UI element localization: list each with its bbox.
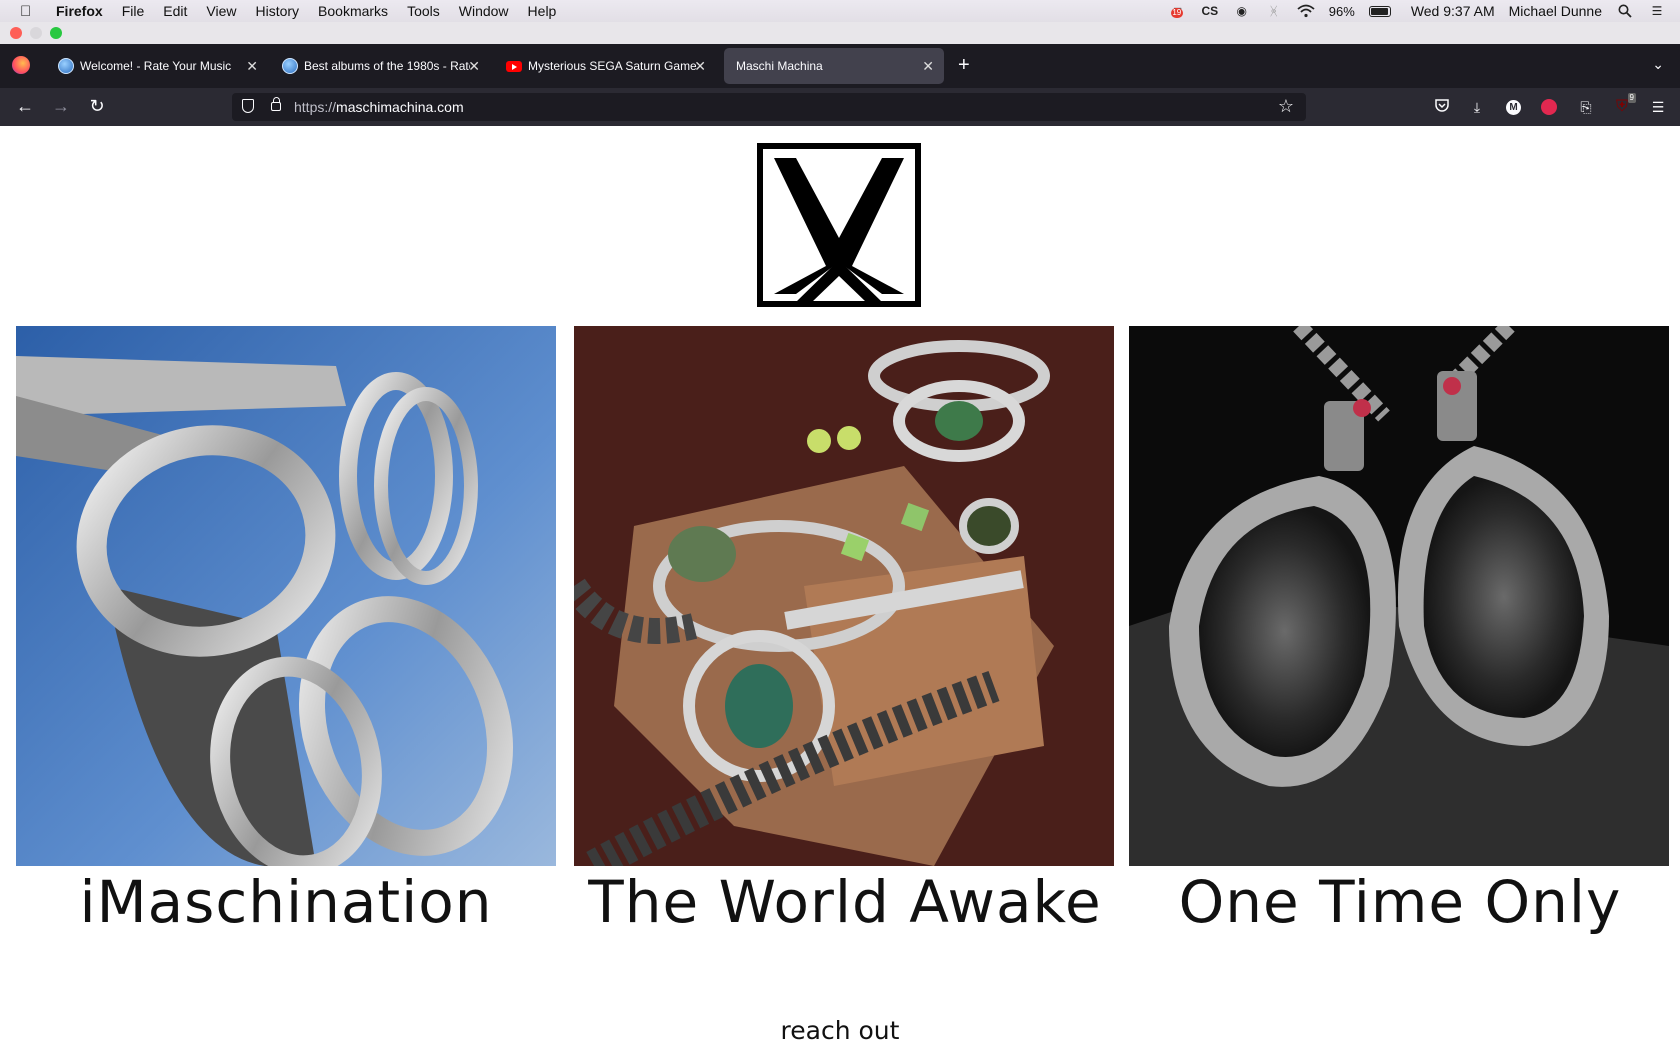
maschi-machina-logo[interactable]	[756, 142, 922, 308]
collection-image-the-world-awake[interactable]	[574, 326, 1114, 866]
list-all-tabs-chevron-icon[interactable]: ⌄	[1652, 56, 1664, 73]
tab-label: Best albums of the 1980s - Rate Your Mus…	[304, 59, 470, 73]
address-bar[interactable]: https://maschimachina.com ☆	[232, 93, 1306, 121]
bluetooth-icon[interactable]: ᚸ	[1265, 4, 1283, 18]
zoom-window-button[interactable]	[50, 27, 62, 39]
forward-arrow-icon[interactable]: →	[50, 96, 72, 116]
tab-rate-your-music-welcome[interactable]: Welcome! - Rate Your Music ✕	[46, 48, 268, 84]
silver-rings-photo	[16, 326, 556, 866]
close-tab-icon[interactable]: ✕	[246, 58, 258, 75]
collection-title-imaschination[interactable]: iMaschination	[6, 868, 566, 936]
wifi-icon[interactable]	[1297, 4, 1315, 18]
druzy-pendants-photo	[1129, 326, 1669, 866]
menu-edit[interactable]: Edit	[163, 3, 187, 19]
lock-icon[interactable]	[271, 97, 281, 111]
ublock-origin-icon[interactable]: ⛨ 9	[1612, 93, 1636, 117]
navigation-toolbar: ← → ↻ https://maschimachina.com ☆ ⤓ M ⎘ …	[0, 88, 1680, 126]
close-tab-icon[interactable]: ✕	[468, 58, 480, 75]
pocket-icon[interactable]	[1432, 97, 1452, 117]
apple-menu-icon[interactable]: 	[20, 3, 36, 20]
gemstone-jewelry-photo	[574, 326, 1114, 866]
minimize-window-button[interactable]	[30, 27, 42, 39]
clock[interactable]: Wed 9:37 AM	[1411, 3, 1495, 19]
globe-icon	[58, 58, 74, 74]
macos-menubar:  Firefox File Edit View History Bookmar…	[0, 0, 1680, 22]
collection-title-the-world-awake[interactable]: The World Awake	[565, 868, 1125, 936]
url-scheme: https://	[294, 99, 337, 115]
ublock-count-badge: 9	[1627, 93, 1636, 103]
tab-maschi-machina[interactable]: Maschi Machina ✕	[724, 48, 944, 84]
collection-image-imaschination[interactable]	[16, 326, 556, 866]
battery-icon[interactable]	[1368, 5, 1391, 17]
window-titlebar	[0, 22, 1680, 45]
menu-bookmarks[interactable]: Bookmarks	[318, 3, 388, 19]
menu-history[interactable]: History	[255, 3, 299, 19]
close-tab-icon[interactable]: ✕	[922, 58, 934, 75]
reload-icon[interactable]: ↻	[86, 96, 108, 116]
notification-badge-icon[interactable]: □19	[1169, 4, 1187, 18]
close-tab-icon[interactable]: ✕	[694, 58, 706, 75]
creative-suite-icon[interactable]: CS	[1201, 4, 1219, 18]
url-host: maschimachina.com	[336, 99, 464, 115]
tab-bar: Welcome! - Rate Your Music ✕ Best albums…	[0, 44, 1680, 88]
url-text[interactable]: https://maschimachina.com	[294, 99, 464, 115]
downloads-icon[interactable]: ⤓	[1467, 97, 1487, 117]
spotlight-search-icon[interactable]	[1616, 4, 1634, 18]
web-page: iMaschination The World Awake One Time O…	[0, 126, 1680, 1050]
tab-label: Maschi Machina	[736, 59, 823, 73]
user-name[interactable]: Michael Dunne	[1509, 3, 1602, 19]
control-center-icon[interactable]: ☰	[1648, 4, 1666, 18]
collection-title-one-time-only[interactable]: One Time Only	[1120, 868, 1680, 936]
tracking-protection-shield-icon[interactable]	[242, 99, 254, 113]
bookmark-star-icon[interactable]: ☆	[1278, 96, 1294, 117]
extension-m-icon[interactable]: M	[1506, 100, 1521, 115]
youtube-icon	[506, 60, 522, 72]
firefox-logo-icon	[12, 56, 30, 74]
creative-cloud-icon[interactable]: ◉	[1233, 4, 1251, 18]
menu-window[interactable]: Window	[459, 3, 509, 19]
back-arrow-icon[interactable]: ←	[14, 96, 36, 116]
menu-view[interactable]: View	[206, 3, 236, 19]
menubar-tray: □19 CS ◉ ᚸ 96% Wed 9:37 AM Michael Dunne…	[1169, 0, 1666, 22]
tab-label: Welcome! - Rate Your Music	[80, 59, 232, 73]
menu-app-firefox[interactable]: Firefox	[56, 3, 103, 19]
extensions-puzzle-icon[interactable]: ⎘	[1576, 97, 1596, 117]
collection-image-one-time-only[interactable]	[1129, 326, 1669, 866]
close-window-button[interactable]	[10, 27, 22, 39]
tab-best-albums-1980s[interactable]: Best albums of the 1980s - Rate Your Mus…	[270, 48, 490, 84]
globe-icon	[282, 58, 298, 74]
menu-tools[interactable]: Tools	[407, 3, 440, 19]
extension-hand-icon[interactable]	[1541, 99, 1557, 115]
new-tab-button[interactable]: +	[958, 54, 970, 77]
tab-label: Mysterious SEGA Saturn Games	[528, 59, 696, 73]
reach-out-link[interactable]: reach out	[740, 1016, 940, 1045]
menu-help[interactable]: Help	[528, 3, 557, 19]
battery-percent: 96%	[1328, 3, 1355, 19]
tab-sega-saturn-games[interactable]: Mysterious SEGA Saturn Games ✕	[494, 48, 716, 84]
app-menu-hamburger-icon[interactable]: ☰	[1648, 97, 1668, 117]
menu-file[interactable]: File	[122, 3, 145, 19]
